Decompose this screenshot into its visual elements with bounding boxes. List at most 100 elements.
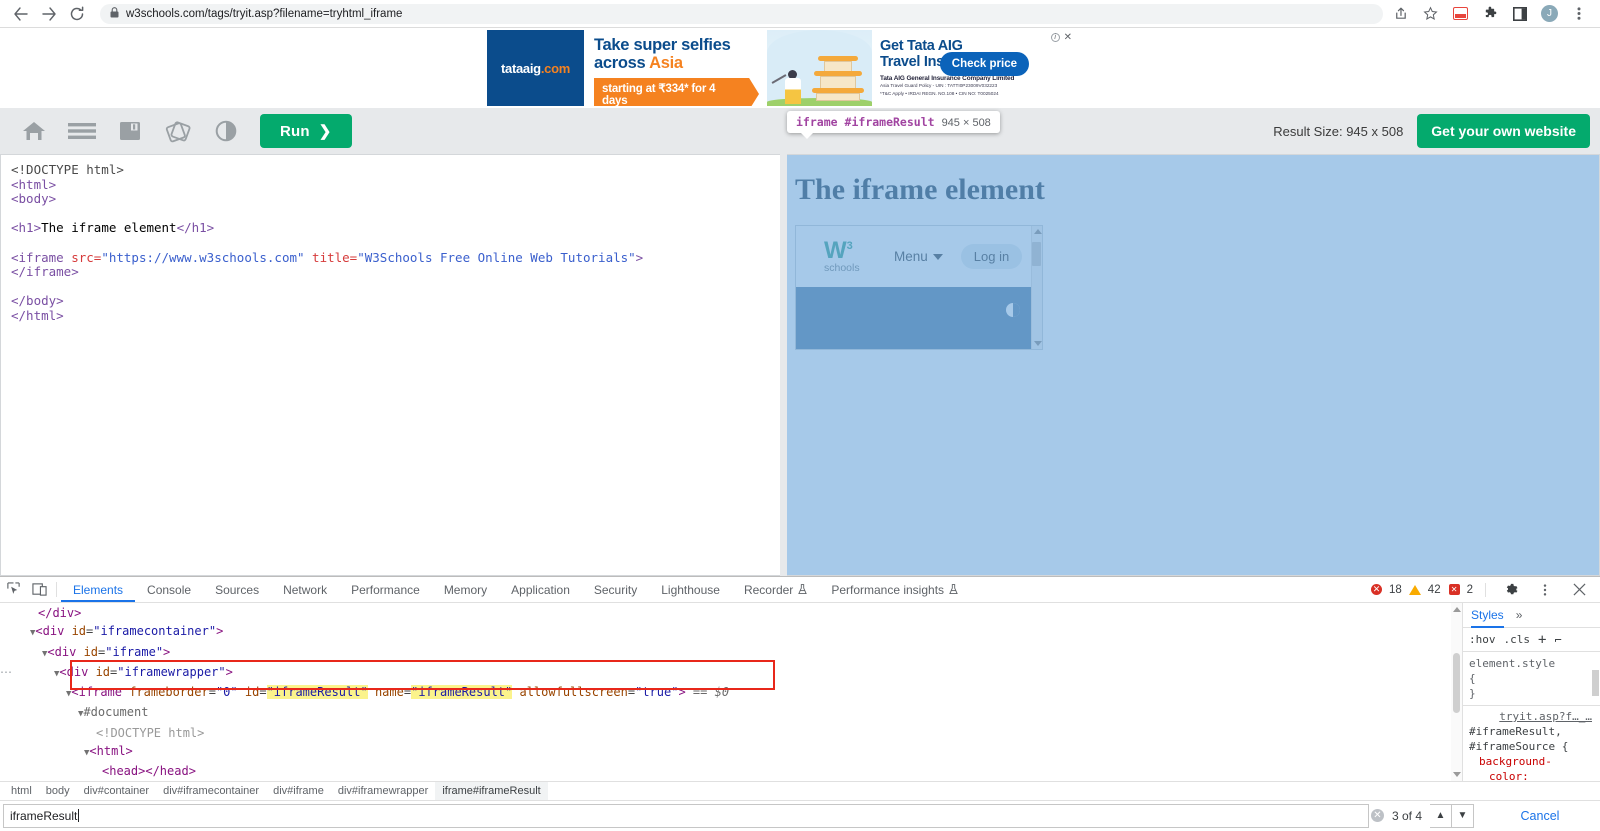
extensions-puzzle-icon[interactable] [1481,5,1499,23]
nested-iframe-scrollbar[interactable] [1031,226,1042,349]
element-style-label: element.style [1469,657,1556,670]
dom-line-selected[interactable]: ▼<iframe frameborder="0" id="iframeResul… [0,683,1462,703]
kebab-menu-icon[interactable] [1570,5,1588,23]
side-panel-icon[interactable] [1511,5,1529,23]
ad-brand-text: tataaig.com [501,60,570,76]
tab-console[interactable]: Console [135,577,203,602]
scroll-up-icon[interactable] [1453,607,1461,612]
dom-line[interactable]: ▼<div id="iframe"> [0,643,1462,663]
styles-scrollbar[interactable] [1591,652,1600,781]
issues-count-group[interactable]: ✕ 2 [1448,584,1473,596]
tab-application[interactable]: Application [499,577,582,602]
code-editor[interactable]: <!DOCTYPE html> <html> <body> <h1>The if… [0,154,780,576]
experiment-icon [949,584,958,595]
logo-subtext: schools [824,262,860,274]
breadcrumb-item-div-container[interactable]: div#container [77,782,156,801]
ad-cta-button[interactable]: Check price [939,52,1029,76]
hamburger-menu-icon[interactable] [58,108,106,154]
w3-menu-button[interactable]: Menu [894,249,943,264]
dom-line[interactable]: ▼<html> [0,742,1462,762]
extension-badge-icon[interactable] [1451,5,1469,23]
inspect-element-icon[interactable] [0,577,26,602]
search-input[interactable]: iframeResult [3,803,1369,828]
contrast-toggle-icon[interactable] [1006,303,1020,317]
style-prop-background[interactable]: background- [1479,755,1552,768]
dom-tree-pane[interactable]: </div> ▼<div id="iframecontainer"> ▼<div i… [0,603,1462,781]
plus-icon[interactable]: + [1538,632,1546,648]
scroll-down-icon[interactable] [1453,772,1461,777]
get-your-own-website-button[interactable]: Get your own website [1417,114,1590,148]
dark-mode-contrast-icon[interactable] [202,108,250,154]
tab-elements[interactable]: Elements [61,577,135,602]
tab-security[interactable]: Security [582,577,649,602]
bookmark-star-icon[interactable] [1421,5,1439,23]
floppy-disk-save-icon[interactable] [106,108,154,154]
chevron-up-icon[interactable]: ▲ [1430,803,1452,828]
styles-pane: Styles » :hov .cls + ⌐ element.style { }… [1462,603,1600,781]
tryit-toolbar: Run ❯ iframe #iframeResult 945 × 508 Resu… [0,108,1600,154]
tab-performance-insights[interactable]: Performance insights [819,577,970,602]
console-counts[interactable]: ✕ 18 42 [1371,584,1441,596]
address-bar[interactable]: w3schools.com/tags/tryit.asp?filename=tr… [100,3,1383,24]
dom-line[interactable]: ▼<div id="iframewrapper"> [0,663,1462,683]
change-orientation-icon[interactable] [154,108,202,154]
dom-tree-scrollbar[interactable] [1451,603,1462,781]
element-style-brace-close: } [1469,687,1476,700]
breadcrumb-item-iframe-iframeresult[interactable]: iframe#iframeResult [435,781,548,801]
cls-button[interactable]: .cls [1504,633,1531,646]
tab-lighthouse[interactable]: Lighthouse [649,577,732,602]
cancel-button[interactable]: Cancel [1480,809,1600,823]
result-preview-pane[interactable]: The iframe element W3 schools Menu Log i… [787,154,1600,576]
dom-line[interactable]: ▼<div id="iframecontainer"> [0,622,1462,642]
tab-network[interactable]: Network [271,577,339,602]
result-size-label: Result Size: 945 x 508 [1273,123,1404,139]
scroll-up-icon[interactable] [1034,229,1042,234]
dom-line[interactable]: ▼#document [0,703,1462,723]
reload-icon[interactable] [64,1,90,27]
ad-banner[interactable]: tataaig.com Take super selfies across As… [487,30,1077,106]
tab-recorder[interactable]: Recorder [732,577,819,602]
breadcrumb-item-div-iframecontainer[interactable]: div#iframecontainer [156,782,266,801]
breadcrumb-item-html[interactable]: html [4,782,39,801]
dom-line[interactable]: <head></head> [0,762,1462,780]
tab-sources[interactable]: Sources [203,577,271,602]
breadcrumb-item-body[interactable]: body [39,782,77,801]
w3schools-logo[interactable]: W3 schools [824,239,876,275]
hov-button[interactable]: :hov [1469,633,1496,646]
run-button[interactable]: Run ❯ [260,114,352,148]
forward-icon[interactable] [36,1,62,27]
browser-toolbar: w3schools.com/tags/tryit.asp?filename=tr… [0,0,1600,28]
dom-line[interactable]: </div> [0,604,1462,622]
ad-close-icon[interactable]: ✕ [1064,33,1072,43]
pane-splitter[interactable] [780,154,787,576]
scrollbar-thumb[interactable] [1032,242,1041,266]
breadcrumb-item-div-iframe[interactable]: div#iframe [266,782,331,801]
share-icon[interactable] [1391,5,1409,23]
tab-styles[interactable]: Styles [1471,603,1504,628]
style-source-link[interactable]: tryit.asp?f…_… [1499,710,1592,723]
style-filter-icon[interactable]: ⌐ [1554,633,1561,647]
dom-line[interactable]: <!DOCTYPE html> [0,724,1462,742]
kebab-menu-icon[interactable] [1532,583,1558,597]
tab-performance[interactable]: Performance [339,577,432,602]
styles-rules[interactable]: element.style { } tryit.asp?f…_… #iframe… [1463,652,1600,781]
device-toolbar-icon[interactable] [26,577,52,602]
more-tabs-chevron[interactable]: » [1516,608,1523,622]
chevron-down-icon[interactable]: ▼ [1452,803,1474,828]
clear-x-icon[interactable]: ✕ [1370,809,1384,822]
back-icon[interactable] [8,1,34,27]
scroll-down-icon[interactable] [1034,341,1042,346]
gear-icon[interactable] [1498,582,1524,597]
expand-ellipsis-button[interactable]: ⋯ [0,665,13,679]
scrollbar-thumb[interactable] [1453,653,1460,713]
w3-login-button[interactable]: Log in [960,244,1023,269]
scrollbar-thumb[interactable] [1592,670,1599,696]
tab-memory[interactable]: Memory [432,577,499,602]
close-icon[interactable] [1566,583,1592,596]
nested-iframe-preview[interactable]: W3 schools Menu Log in [795,225,1043,350]
lock-icon [110,7,119,20]
breadcrumb-item-div-iframewrapper[interactable]: div#iframewrapper [331,782,435,801]
home-icon[interactable] [10,108,58,154]
profile-avatar[interactable]: J [1541,5,1558,22]
ad-info-icon[interactable]: i [1050,33,1060,42]
